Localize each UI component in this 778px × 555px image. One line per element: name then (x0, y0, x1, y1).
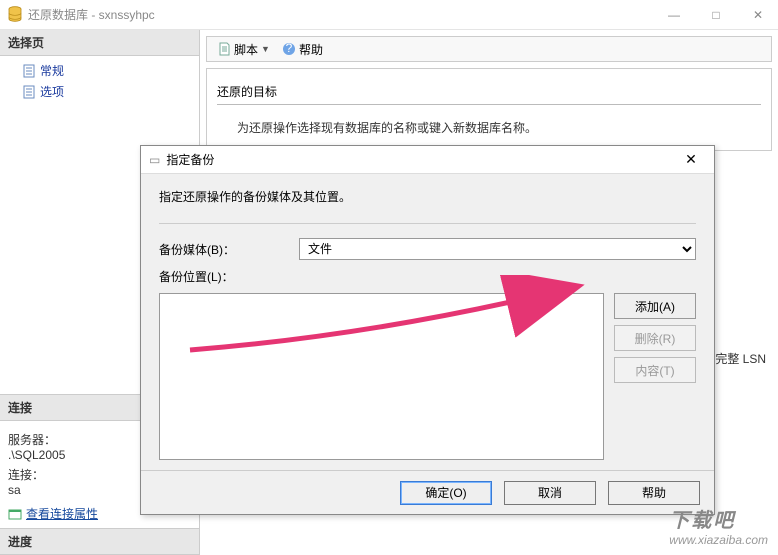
backup-location-listbox[interactable] (159, 293, 604, 460)
sidebar-item-label: 常规 (40, 62, 64, 79)
dialog-titlebar[interactable]: ▭ 指定备份 ✕ (141, 146, 714, 174)
dialog-title: 指定备份 (166, 151, 676, 168)
add-button[interactable]: 添加(A) (614, 293, 696, 319)
specify-backup-dialog: ▭ 指定备份 ✕ 指定还原操作的备份媒体及其位置。 备份媒体(B)： 文件 备份… (140, 145, 715, 515)
cancel-button[interactable]: 取消 (504, 481, 596, 505)
col-full-lsn: 完整 LSN (715, 350, 766, 367)
help-button[interactable]: ? 帮助 (278, 41, 327, 58)
minimize-button[interactable]: — (662, 8, 686, 22)
page-icon (22, 85, 36, 99)
sidebar-item-label: 选项 (40, 83, 64, 100)
divider (159, 223, 696, 224)
ok-button[interactable]: 确定(O) (400, 481, 492, 505)
window-title: 还原数据库 - sxnssyhpc (28, 6, 662, 23)
restore-target-desc: 为还原操作选择现有数据库的名称或键入新数据库名称。 (217, 119, 761, 136)
close-button[interactable]: ✕ (746, 8, 770, 22)
script-icon (217, 42, 231, 56)
progress-header: 进度 (0, 529, 199, 555)
backup-media-label: 备份媒体(B)： (159, 241, 299, 258)
maximize-button[interactable]: □ (704, 8, 728, 22)
select-page-header: 选择页 (0, 30, 199, 56)
sidebar-item-general[interactable]: 常规 (0, 60, 199, 81)
dialog-footer: 确定(O) 取消 帮助 (141, 470, 714, 514)
sidebar-item-options[interactable]: 选项 (0, 81, 199, 102)
contents-button: 内容(T) (614, 357, 696, 383)
backup-media-select[interactable]: 文件 (299, 238, 696, 260)
script-button[interactable]: 脚本 ▼ (213, 41, 274, 58)
help-icon: ? (282, 42, 296, 56)
window-icon: ▭ (149, 153, 160, 167)
dialog-close-button[interactable]: ✕ (676, 151, 706, 168)
restore-target-title: 还原的目标 (217, 83, 761, 105)
main-titlebar[interactable]: 还原数据库 - sxnssyhpc — □ ✕ (0, 0, 778, 30)
restore-target-panel: 还原的目标 为还原操作选择现有数据库的名称或键入新数据库名称。 (206, 68, 772, 151)
backup-location-label: 备份位置(L)： (159, 268, 299, 285)
database-icon (8, 6, 22, 24)
svg-text:?: ? (286, 42, 293, 55)
remove-button: 删除(R) (614, 325, 696, 351)
watermark: 下载吧 www.xiazaiba.com (669, 504, 768, 547)
help-button[interactable]: 帮助 (608, 481, 700, 505)
chevron-down-icon: ▼ (261, 44, 270, 54)
properties-icon (8, 507, 22, 521)
page-icon (22, 64, 36, 78)
toolbar: 脚本 ▼ ? 帮助 (206, 36, 772, 62)
dialog-message: 指定还原操作的备份媒体及其位置。 (159, 188, 696, 205)
